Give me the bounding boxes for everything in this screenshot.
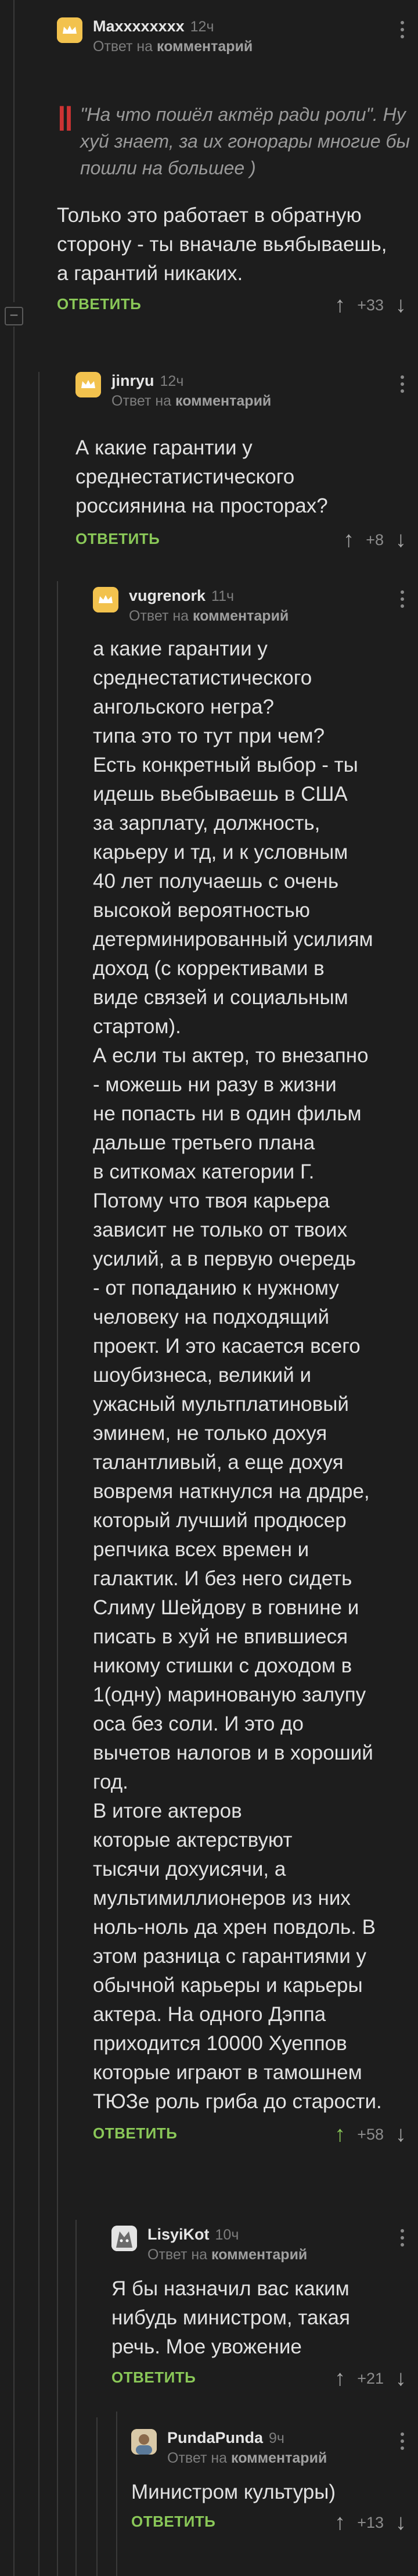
vote-controls: ↑ +8 ↓	[343, 525, 406, 554]
comment: vugrenork 11ч Ответ на комментарий а каки…	[93, 569, 418, 2155]
comment-text: А какие гарантии у среднестатистического…	[75, 436, 328, 517]
thread-line[interactable]	[38, 372, 39, 2576]
arrow-down-icon[interactable]: ↓	[395, 2367, 406, 2390]
reply-target-link[interactable]: комментарий	[175, 393, 271, 409]
vote-controls: ↑ +13 ↓	[334, 2508, 406, 2537]
comment-actions: ОТВЕТИТЬ ↑ +58 ↓	[93, 2120, 418, 2155]
author-name[interactable]: jinryu 12ч	[111, 372, 183, 390]
more-vertical-icon[interactable]	[401, 2229, 405, 2250]
reply-to: Ответ на комментарий	[93, 38, 253, 55]
reply-target-link[interactable]: комментарий	[157, 38, 253, 55]
arrow-down-icon[interactable]: ↓	[395, 2123, 406, 2146]
avatar[interactable]	[93, 587, 118, 612]
arrow-up-icon[interactable]: ↑	[334, 2511, 345, 2534]
comment-header: Maxxxxxxxx 12ч Ответ на комментарий	[57, 0, 418, 58]
comment-score: +58	[357, 2125, 384, 2143]
comment-actions: ОТВЕТИТЬ ↑ +21 ↓	[111, 2364, 418, 2399]
comment-actions: ОТВЕТИТЬ ↑ +8 ↓	[75, 525, 418, 560]
avatar[interactable]	[131, 2429, 157, 2455]
vote-controls: ↑ +58 ↓	[334, 2120, 406, 2149]
thread-line[interactable]	[57, 581, 58, 2576]
comment-actions: ОТВЕТИТЬ ↑ +13 ↓	[131, 2508, 418, 2543]
quote-text: "На что пошёл актёр ради роли". Ну хуй з…	[80, 104, 410, 178]
arrow-down-icon[interactable]: ↓	[395, 2511, 406, 2534]
avatar-crown-icon	[75, 372, 101, 397]
more-vertical-icon[interactable]	[401, 2432, 405, 2453]
reply-button[interactable]: ОТВЕТИТЬ	[75, 530, 160, 548]
reply-target-link[interactable]: комментарий	[193, 608, 289, 624]
avatar-cat-icon	[111, 2226, 137, 2251]
reply-to: Ответ на комментарий	[129, 608, 289, 624]
reply-target-link[interactable]: комментарий	[211, 2247, 307, 2263]
comment-text: Я бы назначил вас каким нибудь министром…	[111, 2277, 350, 2358]
vote-controls: ↑ +21 ↓	[334, 2364, 406, 2393]
arrow-down-icon[interactable]: ↓	[395, 528, 406, 551]
vote-controls: ↑ +33 ↓	[334, 291, 406, 320]
avatar-crown-icon	[93, 587, 118, 612]
reply-button[interactable]: ОТВЕТИТЬ	[57, 295, 141, 313]
avatar-crown-icon	[57, 17, 82, 43]
thread-line[interactable]	[75, 2220, 77, 2576]
thread-line[interactable]	[116, 2412, 117, 2576]
reply-button[interactable]: ОТВЕТИТЬ	[93, 2124, 177, 2143]
thread-line[interactable]	[13, 327, 15, 2576]
comment: Maxxxxxxxx 12ч Ответ на комментарий ‖ "На…	[57, 0, 418, 325]
reply-button[interactable]: ОТВЕТИТЬ	[131, 2513, 215, 2531]
comment-time: 10ч	[215, 2227, 239, 2243]
reply-target-link[interactable]: комментарий	[231, 2450, 327, 2466]
arrow-down-icon[interactable]: ↓	[395, 293, 406, 317]
comment-time: 11ч	[211, 588, 235, 604]
comment-text: Министром культуры)	[131, 2481, 336, 2503]
comment: jinryu 12ч Ответ на комментарий А какие г…	[75, 354, 418, 560]
author-name[interactable]: LisyiKot 10ч	[147, 2226, 239, 2244]
reply-to: Ответ на комментарий	[167, 2450, 327, 2466]
more-vertical-icon[interactable]	[401, 375, 405, 396]
avatar[interactable]	[111, 2226, 137, 2251]
comment-score: +21	[357, 2369, 384, 2387]
more-vertical-icon[interactable]	[401, 590, 405, 611]
comment-score: +33	[357, 296, 384, 314]
comment-header: jinryu 12ч Ответ на комментарий	[75, 354, 418, 413]
avatar[interactable]	[75, 372, 101, 397]
reply-button[interactable]: ОТВЕТИТЬ	[111, 2369, 196, 2387]
reply-to: Ответ на комментарий	[147, 2247, 308, 2263]
comment: PundaPunda 9ч Ответ на комментарий Минист…	[131, 2412, 418, 2543]
arrow-up-icon[interactable]: ↑	[343, 528, 354, 551]
quote-mark-icon: ‖	[57, 101, 74, 138]
avatar[interactable]	[57, 17, 82, 43]
comment-header: PundaPunda 9ч Ответ на комментарий	[131, 2412, 418, 2470]
comment-time: 12ч	[190, 19, 214, 35]
comment-header: LisyiKot 10ч Ответ на комментарий	[111, 2208, 418, 2266]
comment-thread: − Maxxxxxxxx 12ч Ответ на комментарий ‖ "…	[0, 0, 418, 2576]
comment-time: 9ч	[269, 2430, 284, 2446]
comment: LisyiKot 10ч Ответ на комментарий Я бы на…	[111, 2208, 418, 2399]
comment-time: 12ч	[160, 373, 184, 389]
quote-block: ‖ "На что пошёл актёр ради роли". Ну хуй…	[57, 101, 418, 181]
comment-score: +8	[366, 531, 384, 549]
comment-header: vugrenork 11ч Ответ на комментарий	[93, 569, 418, 628]
more-vertical-icon[interactable]	[401, 21, 405, 42]
comment-score: +13	[357, 2513, 384, 2531]
arrow-up-icon[interactable]: ↑	[334, 2367, 345, 2390]
thread-line[interactable]	[13, 0, 15, 302]
comment-text: Только это работает в обратную сторону -…	[57, 204, 387, 285]
thread-line[interactable]	[96, 2417, 98, 2576]
collapse-minus-icon[interactable]: −	[5, 307, 23, 325]
author-name[interactable]: PundaPunda 9ч	[167, 2429, 284, 2447]
author-name[interactable]: Maxxxxxxxx 12ч	[93, 17, 214, 35]
avatar-photo-icon	[131, 2429, 157, 2455]
reply-to: Ответ на комментарий	[111, 393, 272, 409]
author-name[interactable]: vugrenork 11ч	[129, 587, 234, 605]
arrow-up-icon[interactable]: ↑	[334, 293, 345, 317]
comment-actions: ОТВЕТИТЬ ↑ +33 ↓	[57, 291, 418, 325]
arrow-up-icon[interactable]: ↑	[334, 2123, 345, 2146]
comment-text: а какие гарантии у среднестатистического…	[93, 637, 382, 2113]
